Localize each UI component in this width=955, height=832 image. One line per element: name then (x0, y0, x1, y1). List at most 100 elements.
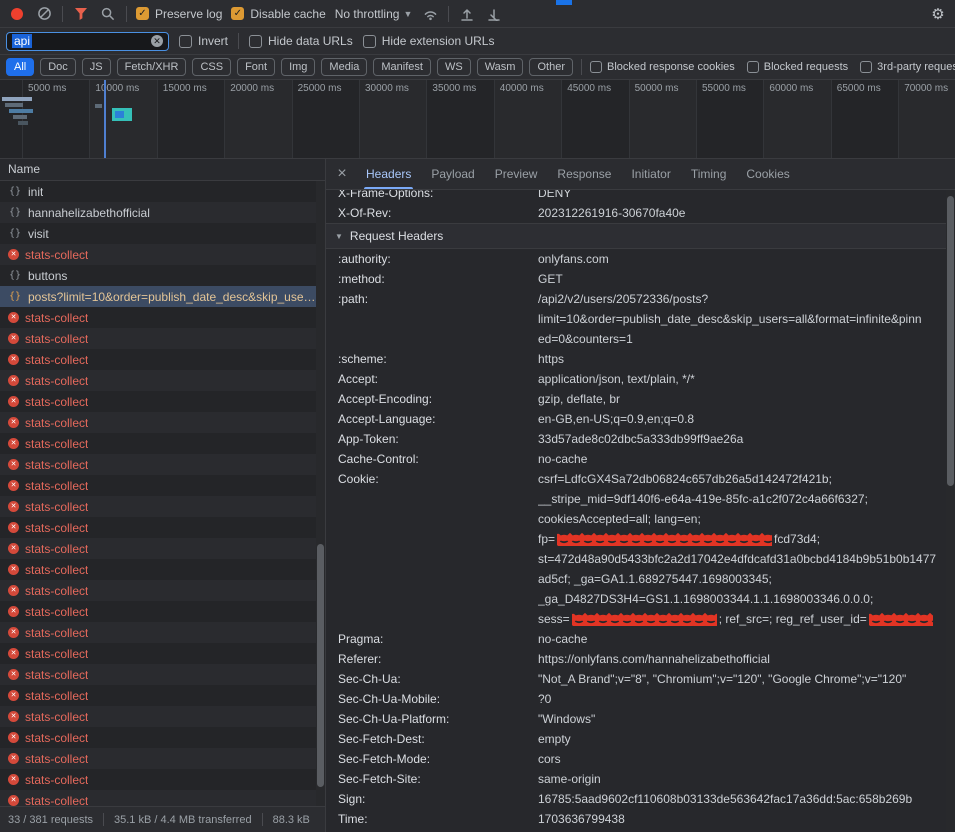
invert-label: Invert (198, 34, 228, 48)
type-chip-js[interactable]: JS (82, 58, 111, 76)
request-name: stats-collect (25, 416, 88, 430)
request-list-item[interactable]: ✕stats-collect (0, 706, 325, 727)
header-name: Sec-Ch-Ua-Mobile: (338, 689, 538, 709)
request-headers-section-header[interactable]: ▼ Request Headers (326, 223, 955, 249)
request-list-item[interactable]: ✕stats-collect (0, 349, 325, 370)
type-chip-doc[interactable]: Doc (40, 58, 76, 76)
record-button[interactable] (8, 5, 26, 23)
failed-request-icon: ✕ (8, 438, 19, 449)
close-details-button[interactable]: × (328, 159, 356, 189)
tab-payload[interactable]: Payload (421, 159, 484, 189)
preserve-log-checkbox[interactable]: ✓ (136, 7, 149, 20)
request-list-item[interactable]: ✕stats-collect (0, 727, 325, 748)
request-name: stats-collect (25, 689, 88, 703)
filter-input[interactable]: api ✕ (6, 32, 169, 51)
request-list-item[interactable]: ✕stats-collect (0, 622, 325, 643)
waterfall-bar (9, 109, 33, 113)
timeline-tick-label: 30000 ms (365, 83, 409, 94)
request-list-item[interactable]: {}buttons (0, 265, 325, 286)
type-chip-css[interactable]: CSS (192, 58, 231, 76)
request-list-item[interactable]: ✕stats-collect (0, 244, 325, 265)
search-button[interactable] (99, 5, 117, 23)
type-chip-wasm[interactable]: Wasm (477, 58, 524, 76)
request-list-item[interactable]: ✕stats-collect (0, 580, 325, 601)
tab-initiator[interactable]: Initiator (621, 159, 680, 189)
request-list-item[interactable]: ✕stats-collect (0, 748, 325, 769)
network-overview-timeline[interactable]: 5000 ms10000 ms15000 ms20000 ms25000 ms3… (0, 80, 955, 159)
throttling-select[interactable]: No throttling ▼ (335, 7, 413, 21)
tab-response[interactable]: Response (547, 159, 621, 189)
request-list-item[interactable]: {}init (0, 181, 325, 202)
request-list-item[interactable]: ✕stats-collect (0, 685, 325, 706)
request-list-item[interactable]: ✕stats-collect (0, 496, 325, 517)
tab-timing[interactable]: Timing (681, 159, 737, 189)
import-har-button[interactable] (458, 5, 476, 23)
filter-toggle-button[interactable] (72, 5, 90, 23)
request-list-item[interactable]: ✕stats-collect (0, 790, 325, 806)
network-summary-bar: 33 / 381 requests 35.1 kB / 4.4 MB trans… (0, 806, 325, 832)
request-list-item[interactable]: ✕stats-collect (0, 328, 325, 349)
request-list-item[interactable]: ✕stats-collect (0, 559, 325, 580)
network-conditions-button[interactable] (421, 5, 439, 23)
type-chip-all[interactable]: All (6, 58, 34, 76)
request-list-item[interactable]: {}hannahelizabethofficial (0, 202, 325, 223)
request-name: stats-collect (25, 794, 88, 807)
request-list-item[interactable]: ✕stats-collect (0, 307, 325, 328)
blocked-response-cookies-checkbox[interactable] (590, 61, 602, 73)
request-list-item[interactable]: ✕stats-collect (0, 391, 325, 412)
redaction-scribble (557, 533, 772, 546)
timeline-gridline (359, 80, 360, 158)
type-chip-ws[interactable]: WS (437, 58, 471, 76)
request-list-item[interactable]: ✕stats-collect (0, 664, 325, 685)
type-chip-media[interactable]: Media (321, 58, 367, 76)
type-chip-manifest[interactable]: Manifest (373, 58, 431, 76)
request-list-item[interactable]: ✕stats-collect (0, 517, 325, 538)
type-chip-fetch-xhr[interactable]: Fetch/XHR (117, 58, 187, 76)
blocked-requests-checkbox[interactable] (747, 61, 759, 73)
type-chip-img[interactable]: Img (281, 58, 315, 76)
request-list-item[interactable]: {}posts?limit=10&order=publish_date_desc… (0, 286, 325, 307)
disable-cache-checkbox[interactable]: ✓ (231, 7, 244, 20)
request-list-item[interactable]: ✕stats-collect (0, 433, 325, 454)
settings-gear-icon[interactable]: ⚙ (929, 5, 947, 23)
3rd-party-requests-checkbox[interactable] (860, 61, 872, 73)
timeline-gridline (831, 80, 832, 158)
scrollbar-thumb[interactable] (317, 544, 324, 788)
hide-extension-urls-checkbox[interactable] (363, 35, 376, 48)
status-divider (103, 813, 104, 826)
clear-filter-icon[interactable]: ✕ (151, 35, 163, 47)
failed-request-icon: ✕ (8, 543, 19, 554)
header-value: no-cache (538, 629, 955, 649)
request-name: stats-collect (25, 332, 88, 346)
request-list-item[interactable]: ✕stats-collect (0, 475, 325, 496)
tab-cookies[interactable]: Cookies (736, 159, 799, 189)
request-list-item[interactable]: ✕stats-collect (0, 643, 325, 664)
tab-headers[interactable]: Headers (356, 159, 421, 189)
request-name: stats-collect (25, 374, 88, 388)
request-list-item[interactable]: ✕stats-collect (0, 769, 325, 790)
request-list-item[interactable]: ✕stats-collect (0, 454, 325, 475)
request-list-item[interactable]: ✕stats-collect (0, 601, 325, 622)
details-scrollbar[interactable] (946, 190, 955, 832)
name-column-header[interactable]: Name (0, 159, 325, 181)
request-list-item[interactable]: ✕stats-collect (0, 538, 325, 559)
request-name: stats-collect (25, 521, 88, 535)
invert-checkbox[interactable] (179, 35, 192, 48)
header-value: /api2/v2/users/20572336/posts?limit=10&o… (538, 289, 955, 349)
export-har-button[interactable] (485, 5, 503, 23)
more-filter-checkboxes: Blocked response cookiesBlocked requests… (590, 61, 955, 73)
request-list-item[interactable]: {}visit (0, 223, 325, 244)
tab-preview[interactable]: Preview (485, 159, 548, 189)
timeline-gridline (898, 80, 899, 158)
request-list-item[interactable]: ✕stats-collect (0, 370, 325, 391)
type-chip-other[interactable]: Other (529, 58, 573, 76)
clear-button[interactable] (35, 5, 53, 23)
header-value: application/json, text/plain, */* (538, 369, 955, 389)
hide-data-urls-checkbox[interactable] (249, 35, 262, 48)
request-list-item[interactable]: ✕stats-collect (0, 412, 325, 433)
type-chip-font[interactable]: Font (237, 58, 275, 76)
search-icon (101, 7, 115, 21)
request-list-scrollbar[interactable] (316, 181, 325, 806)
scrollbar-thumb[interactable] (947, 196, 954, 486)
request-headers-list: :authority:onlyfans.com:method:GET:path:… (326, 249, 955, 829)
